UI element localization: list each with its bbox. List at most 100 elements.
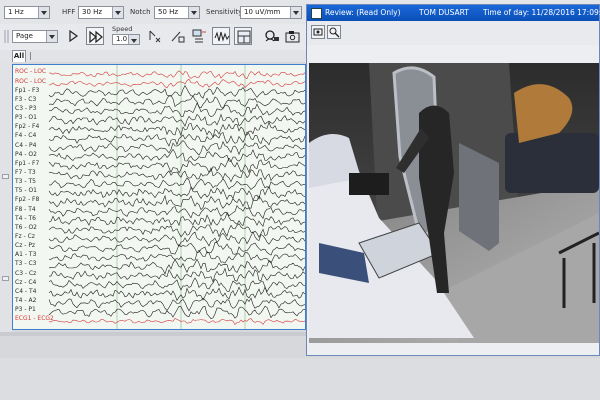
- sensitivity-select[interactable]: 10 uV/mm: [240, 6, 302, 19]
- eeg-waveform-panel[interactable]: ROC - LOC ROC - LOC Fp1 - F3 F3 - C3 C3 - P3…: [12, 64, 306, 330]
- grip-icon: [2, 27, 12, 45]
- channel-label: T4 - A2: [15, 297, 37, 305]
- annotate-button[interactable]: [168, 27, 186, 45]
- eeg-traces: [48, 65, 305, 329]
- window-icon: [311, 8, 322, 19]
- eeg-trace: [49, 267, 305, 283]
- fast-forward-icon: [89, 30, 103, 44]
- hff-select[interactable]: 30 Hz: [78, 6, 124, 19]
- chevron-down-icon[interactable]: [290, 7, 301, 18]
- eeg-trace: [48, 204, 305, 219]
- photo-icon: [313, 28, 323, 36]
- sensitivity-value: 10 uV/mm: [244, 8, 281, 16]
- video-link-button[interactable]: [262, 27, 280, 45]
- face-camera-icon: [265, 30, 279, 42]
- speed-stepper[interactable]: 1.0: [112, 34, 140, 45]
- eeg-trace: [48, 318, 305, 325]
- montage-tabs: All: [0, 50, 308, 62]
- channel-label: P3 - O1: [15, 114, 37, 122]
- eeg-trace: [48, 212, 305, 227]
- channel-label: F7 - T3: [15, 169, 36, 177]
- layout-icon: [237, 30, 251, 44]
- cursor-mode-button[interactable]: [146, 27, 164, 45]
- eeg-trace: [48, 102, 305, 118]
- lff-select[interactable]: 1 Hz: [4, 6, 50, 19]
- channel-label: F8 - T4: [15, 205, 36, 213]
- channel-label: T4 - T6: [15, 214, 36, 222]
- video-toolbar: [307, 21, 599, 45]
- play-button[interactable]: [64, 27, 82, 45]
- gutter-marker: [2, 174, 9, 179]
- eeg-trace: [48, 305, 305, 319]
- eeg-trace: [48, 95, 305, 109]
- waveform-icon: [214, 31, 230, 42]
- time-of-day: Time of day: 11/28/2016 17:09:3: [483, 8, 600, 17]
- channel-label: T3 - T5: [15, 178, 36, 186]
- notch-value: 50 Hz: [158, 8, 179, 16]
- channel-label: A1 - T3: [15, 251, 37, 259]
- play-icon: [69, 29, 79, 43]
- eeg-trace: [48, 84, 305, 99]
- tab-all[interactable]: All: [12, 50, 26, 62]
- tab-separator: [30, 52, 37, 60]
- fast-forward-button[interactable]: [86, 27, 104, 45]
- chevron-down-icon[interactable]: [112, 7, 123, 18]
- eeg-trace: [48, 113, 305, 127]
- eeg-trace: [48, 70, 305, 80]
- montage-button[interactable]: [190, 27, 208, 45]
- channel-label: Cz - Pz: [15, 242, 36, 250]
- video-frame[interactable]: [309, 63, 599, 343]
- chevron-down-icon[interactable]: [46, 31, 57, 42]
- speed-label: Speed: [112, 25, 133, 33]
- camera-button[interactable]: [284, 27, 302, 45]
- navigation-toolbar: Page Speed 1.0: [0, 24, 308, 50]
- camera-icon: [285, 31, 300, 43]
- eeg-trace: [48, 78, 305, 89]
- video-scene: [309, 63, 599, 343]
- eeg-trace: [48, 258, 305, 275]
- notch-select[interactable]: 50 Hz: [154, 6, 200, 19]
- channel-label: T5 - O1: [15, 187, 38, 195]
- chevron-down-icon[interactable]: [38, 7, 49, 18]
- channel-label: C4 - P4: [15, 141, 37, 149]
- eeg-trace: [48, 131, 305, 147]
- eeg-trace: [49, 177, 305, 190]
- hff-value: 30 Hz: [82, 8, 103, 16]
- eeg-trace: [48, 249, 305, 264]
- waveform-button[interactable]: [212, 27, 230, 45]
- layout-button[interactable]: [234, 27, 252, 45]
- chevron-down-icon[interactable]: [128, 35, 139, 44]
- channel-label: P4 - O2: [15, 150, 37, 158]
- gutter-marker: [2, 276, 9, 281]
- left-gutter: [0, 62, 12, 332]
- channel-label: C3 - P3: [15, 105, 37, 113]
- eeg-trace: [48, 157, 305, 174]
- eeg-trace: [48, 194, 305, 211]
- eeg-trace: [48, 223, 305, 238]
- bottom-panel: [0, 358, 600, 400]
- page-select[interactable]: Page: [12, 30, 58, 43]
- channel-label: Fp2 - F4: [15, 123, 40, 131]
- eeg-trace: [48, 286, 305, 302]
- montage-icon: [192, 29, 206, 43]
- channel-label: C3 - Cz: [15, 269, 37, 277]
- channel-label: Fz - Cz: [15, 233, 35, 241]
- channel-label: F4 - C4: [15, 132, 37, 140]
- eeg-trace: [48, 185, 305, 202]
- video-titlebar: Review: (Read Only) TOM DUSART Time of d…: [307, 5, 600, 21]
- chevron-down-icon[interactable]: [188, 7, 199, 18]
- speed-value: 1.0: [116, 35, 128, 43]
- hff-label: HFF: [62, 8, 76, 16]
- video-title: Review: (Read Only): [325, 8, 401, 17]
- video-zoom-button[interactable]: [327, 25, 341, 39]
- video-review-window: Review: (Read Only) TOM DUSART Time of d…: [306, 4, 600, 356]
- channel-label: F3 - C3: [15, 95, 37, 103]
- channel-label: ROC - LOC: [15, 77, 47, 85]
- video-snapshot-button[interactable]: [311, 25, 325, 39]
- page-label: Page: [16, 32, 33, 40]
- channel-label: P3 - P1: [15, 306, 36, 314]
- channel-label: C4 - T4: [15, 287, 37, 295]
- channel-label: T6 - O2: [15, 223, 38, 231]
- eeg-trace: [48, 148, 305, 162]
- lff-value: 1 Hz: [8, 8, 24, 16]
